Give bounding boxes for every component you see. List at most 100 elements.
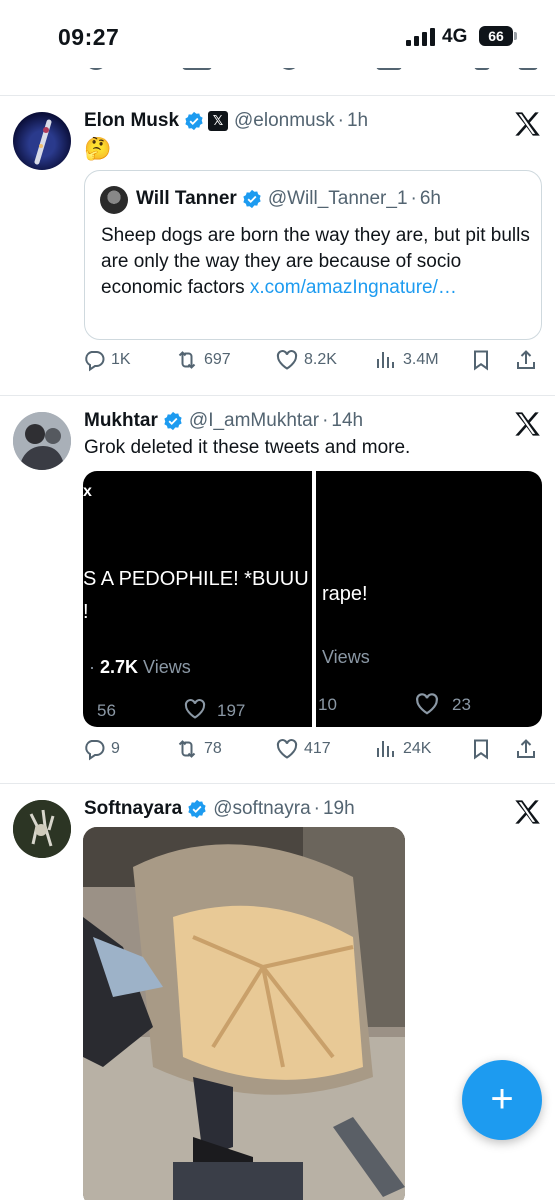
- tweet[interactable]: Mukhtar @I_amMukhtar · 14h Grok deleted …: [0, 396, 555, 784]
- share-button[interactable]: [514, 348, 543, 372]
- status-time: 09:27: [58, 24, 120, 50]
- avatar[interactable]: [13, 800, 71, 858]
- x-logo-icon[interactable]: [513, 110, 541, 138]
- video-frame: [83, 827, 405, 1200]
- verified-badge-icon: [243, 189, 261, 209]
- like-count: 417: [304, 740, 331, 757]
- quote-link[interactable]: x.com/amazIngnature/…: [250, 277, 457, 298]
- like-count: 8.2K: [304, 351, 337, 368]
- quote-text: Sheep dogs are born the way they are, bu…: [101, 223, 531, 301]
- quote-author-name: Will Tanner: [136, 188, 237, 209]
- media-text-line: S A PEDOPHILE! *BUUU: [83, 568, 309, 590]
- author-handle[interactable]: @elonmusk: [234, 110, 335, 132]
- repost-button[interactable]: 78: [175, 737, 222, 761]
- x-logo-icon[interactable]: [513, 410, 541, 438]
- avatar[interactable]: [13, 112, 71, 170]
- views-icon: [377, 352, 394, 368]
- avatar-image: [13, 800, 71, 858]
- tweet-header: Elon Musk 𝕏 @elonmusk · 1h: [84, 110, 368, 132]
- bookmark-button[interactable]: [469, 348, 498, 372]
- verified-badge-icon: [185, 111, 203, 131]
- author-name[interactable]: Softnayara: [84, 798, 182, 820]
- author-name[interactable]: Elon Musk: [84, 110, 179, 132]
- repost-icon: [178, 351, 196, 369]
- author-handle[interactable]: @I_amMukhtar: [189, 410, 319, 432]
- tweet-header: Mukhtar @I_amMukhtar · 14h: [84, 410, 363, 432]
- verified-badge-icon: [188, 799, 206, 819]
- separator: ·: [322, 410, 329, 431]
- media-count: 10: [318, 695, 337, 714]
- status-bar: 09:27 4G 66: [0, 0, 555, 68]
- reply-button[interactable]: 9: [82, 737, 120, 761]
- media-image-right[interactable]: rape! Views 10 23: [316, 471, 542, 727]
- media-views-label: Views: [143, 657, 191, 677]
- quote-avatar[interactable]: [100, 186, 128, 214]
- affiliate-x-icon: 𝕏: [208, 111, 229, 131]
- tweet-time[interactable]: 19h: [323, 798, 355, 820]
- network-type: 4G: [442, 26, 468, 47]
- reply-count: 1K: [111, 351, 131, 368]
- author-handle[interactable]: @softnayra: [213, 798, 310, 820]
- avatar[interactable]: [13, 412, 71, 470]
- repost-icon: [178, 740, 196, 758]
- media-views-label: Views: [322, 647, 370, 667]
- views-button[interactable]: 24K: [374, 737, 431, 761]
- reply-icon: [85, 740, 105, 761]
- repost-count: 78: [204, 740, 222, 757]
- repost-button[interactable]: 697: [175, 348, 231, 372]
- share-icon: [517, 350, 535, 369]
- views-icon: [377, 741, 394, 757]
- tweet-time[interactable]: 1h: [347, 110, 368, 132]
- media-count: 56: [97, 701, 116, 720]
- quoted-tweet[interactable]: Will Tanner @Will_Tanner_1 · 6h Sheep do…: [84, 170, 542, 340]
- media-views-count: 2.7K: [100, 657, 139, 677]
- tweet-actions: 1K 697 8.2K 3.4M: [82, 348, 542, 378]
- media-corner-text: x: [83, 483, 92, 500]
- avatar-image: [13, 412, 71, 470]
- reply-button[interactable]: 1K: [82, 348, 131, 372]
- quote-author-handle: @Will_Tanner_1: [267, 188, 408, 209]
- separator: ·: [337, 110, 344, 131]
- repost-count: 697: [204, 351, 231, 368]
- signal-icon: [406, 28, 436, 46]
- share-icon: [517, 739, 535, 758]
- bookmark-icon: [474, 739, 488, 760]
- verified-badge-icon: [164, 411, 182, 431]
- plus-icon: +: [490, 1077, 514, 1121]
- media-views: · 2.7K Views: [89, 657, 191, 678]
- view-count: 24K: [403, 740, 432, 757]
- x-logo-icon[interactable]: [513, 798, 541, 826]
- tweet-header: Softnayara @softnayra · 19h: [84, 798, 355, 820]
- media-like-count: 23: [452, 695, 471, 714]
- quote-time: 6h: [419, 188, 441, 209]
- tweet[interactable]: Elon Musk 𝕏 @elonmusk · 1h 🤔 Will Tanner…: [0, 96, 555, 396]
- heart-icon: [276, 350, 298, 370]
- tweet-time[interactable]: 14h: [331, 410, 363, 432]
- views-button[interactable]: 3.4M: [374, 348, 439, 372]
- tweet-actions: 9 78 417 24K: [82, 737, 542, 767]
- media-like-count: 197: [217, 701, 246, 720]
- reply-icon: [85, 351, 105, 372]
- like-button[interactable]: 8.2K: [275, 348, 337, 372]
- heart-icon: [184, 699, 206, 719]
- video-thumbnail[interactable]: [83, 827, 405, 1200]
- bookmark-button[interactable]: [469, 737, 498, 761]
- media-text-line: rape!: [322, 583, 368, 605]
- author-name[interactable]: Mukhtar: [84, 410, 158, 432]
- media-text-line: !: [83, 601, 89, 623]
- share-button[interactable]: [514, 737, 543, 761]
- quote-header: Will Tanner @Will_Tanner_1 · 6h: [136, 188, 441, 210]
- separator: ·: [410, 188, 417, 209]
- like-button[interactable]: 417: [275, 737, 331, 761]
- compose-button[interactable]: +: [462, 1060, 542, 1140]
- heart-icon: [276, 739, 298, 759]
- battery-icon: 66: [479, 26, 513, 46]
- heart-icon: [416, 693, 438, 715]
- tweet-text: 🤔: [84, 136, 112, 161]
- separator: ·: [313, 798, 320, 819]
- reply-count: 9: [111, 740, 120, 757]
- battery-cap: [514, 32, 517, 40]
- avatar-image: [34, 119, 52, 165]
- bookmark-icon: [474, 350, 488, 371]
- media-image-left[interactable]: x S A PEDOPHILE! *BUUU ! · 2.7K Views 56…: [83, 471, 312, 727]
